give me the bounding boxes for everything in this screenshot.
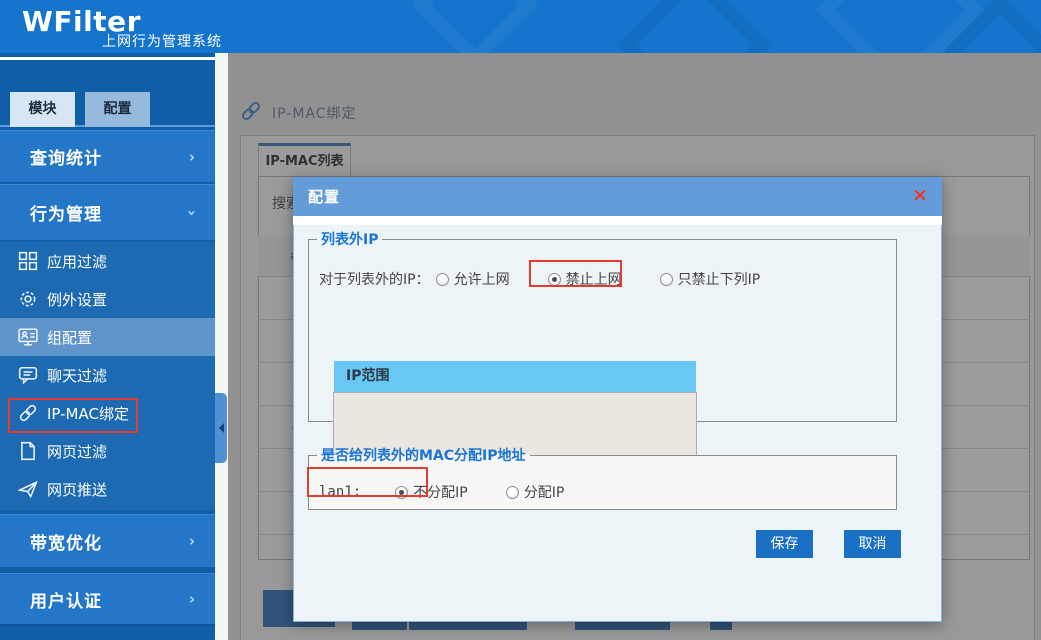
option-allow-internet[interactable]: 允许上网 <box>436 269 510 289</box>
sidebar-item-label: 组配置 <box>47 327 92 348</box>
chevron-down-icon: › <box>183 209 201 215</box>
banner-underline <box>0 57 215 60</box>
outside-ip-radio-row: 对于列表外的IP： 允许上网 禁止上网 只禁止下列IP <box>319 269 760 289</box>
sidebar-item-label: 网页过滤 <box>47 441 107 462</box>
radio-allow-internet[interactable] <box>436 273 449 286</box>
sidebar: 模块 配置 查询统计 › 行为管理 › 应用过滤 例外设置 组配置 <box>0 53 215 640</box>
dialog-title: 配置 <box>308 186 340 207</box>
gear-icon <box>18 289 38 309</box>
chevron-right-icon: › <box>189 148 195 166</box>
assign-ip-fieldset: 是否给列表外的MAC分配IP地址 lan1: 不分配IP 分配IP <box>308 445 897 510</box>
sidebar-item-label: 例外设置 <box>47 289 107 310</box>
sidebar-item-label: 聊天过滤 <box>47 365 107 386</box>
sidebar-item-web-push[interactable]: 网页推送 <box>0 470 215 508</box>
ip-range-header: IP范围 <box>334 361 696 392</box>
wfilter-app: WFilter 上网行为管理系统 模块 配置 查询统计 › 行为管理 › 应用过… <box>0 0 1041 640</box>
sidebar-item-label: 应用过滤 <box>47 251 107 272</box>
sidebar-item-chat-filter[interactable]: 聊天过滤 <box>0 356 215 394</box>
grid-icon <box>18 251 38 271</box>
nav-group-bandwidth[interactable]: 带宽优化 › <box>0 514 215 567</box>
chevron-right-icon: › <box>189 590 195 608</box>
option-block-listed-only[interactable]: 只禁止下列IP <box>660 269 761 289</box>
send-icon <box>18 479 38 499</box>
save-button[interactable]: 保存 <box>756 530 813 558</box>
banner-decoration <box>411 0 538 53</box>
config-dialog: 配置 × 列表外IP 对于列表外的IP： 允许上网 禁止上网 只禁止下列IP <box>293 177 942 622</box>
sidebar-submenu: 应用过滤 例外设置 组配置 聊天过滤 IP-MAC绑定 网页过滤 <box>0 242 215 510</box>
top-banner: WFilter 上网行为管理系统 <box>0 0 1041 53</box>
monitor-user-icon <box>18 327 38 347</box>
sidebar-tabbar: 模块 配置 <box>0 92 215 127</box>
sidebar-item-label: IP-MAC绑定 <box>47 403 129 424</box>
assign-ip-legend: 是否给列表外的MAC分配IP地址 <box>317 445 530 465</box>
outside-ip-row-label: 对于列表外的IP： <box>319 269 430 289</box>
assign-ip-radio-row: lan1: 不分配IP 分配IP <box>319 482 564 502</box>
cancel-button[interactable]: 取消 <box>844 530 901 558</box>
sidebar-item-exceptions[interactable]: 例外设置 <box>0 280 215 318</box>
chat-icon <box>18 365 38 385</box>
page-icon <box>18 441 38 461</box>
sidebar-item-group-config[interactable]: 组配置 <box>0 318 215 356</box>
radio-assign-ip[interactable] <box>506 486 519 499</box>
radio-no-assign-ip[interactable] <box>395 486 408 499</box>
sidebar-item-ip-mac-binding[interactable]: IP-MAC绑定 <box>0 394 215 432</box>
link-icon <box>18 403 38 423</box>
option-block-internet[interactable]: 禁止上网 <box>548 269 622 289</box>
close-icon[interactable]: × <box>912 184 928 206</box>
outside-ip-fieldset: 列表外IP 对于列表外的IP： 允许上网 禁止上网 只禁止下列IP IP范围 <box>308 229 897 422</box>
dialog-header[interactable]: 配置 × <box>293 177 942 216</box>
dialog-header-strip <box>293 216 942 225</box>
sidebar-item-web-filter[interactable]: 网页过滤 <box>0 432 215 470</box>
nav-group-query-stats[interactable]: 查询统计 › <box>0 130 215 182</box>
option-no-assign-ip[interactable]: 不分配IP <box>395 482 468 502</box>
nav-group-behavior-mgmt[interactable]: 行为管理 › <box>0 184 215 240</box>
lan1-label: lan1: <box>319 484 361 500</box>
nav-group-user-auth[interactable]: 用户认证 › <box>0 573 215 626</box>
radio-block-listed-only[interactable] <box>660 273 673 286</box>
chevron-right-icon: › <box>189 532 195 550</box>
outside-ip-legend: 列表外IP <box>317 229 382 249</box>
radio-block-internet[interactable] <box>548 273 561 286</box>
banner-decoration <box>617 0 773 53</box>
sidebar-item-app-filter[interactable]: 应用过滤 <box>0 242 215 280</box>
tab-modules[interactable]: 模块 <box>10 92 75 127</box>
sidebar-collapse-handle[interactable] <box>215 393 227 463</box>
app-subtitle: 上网行为管理系统 <box>102 31 222 51</box>
tab-config[interactable]: 配置 <box>85 92 150 127</box>
collapse-arrow-icon <box>219 423 224 433</box>
sidebar-item-label: 网页推送 <box>47 479 107 500</box>
sidebar-gap <box>215 53 228 640</box>
option-assign-ip[interactable]: 分配IP <box>506 482 565 502</box>
